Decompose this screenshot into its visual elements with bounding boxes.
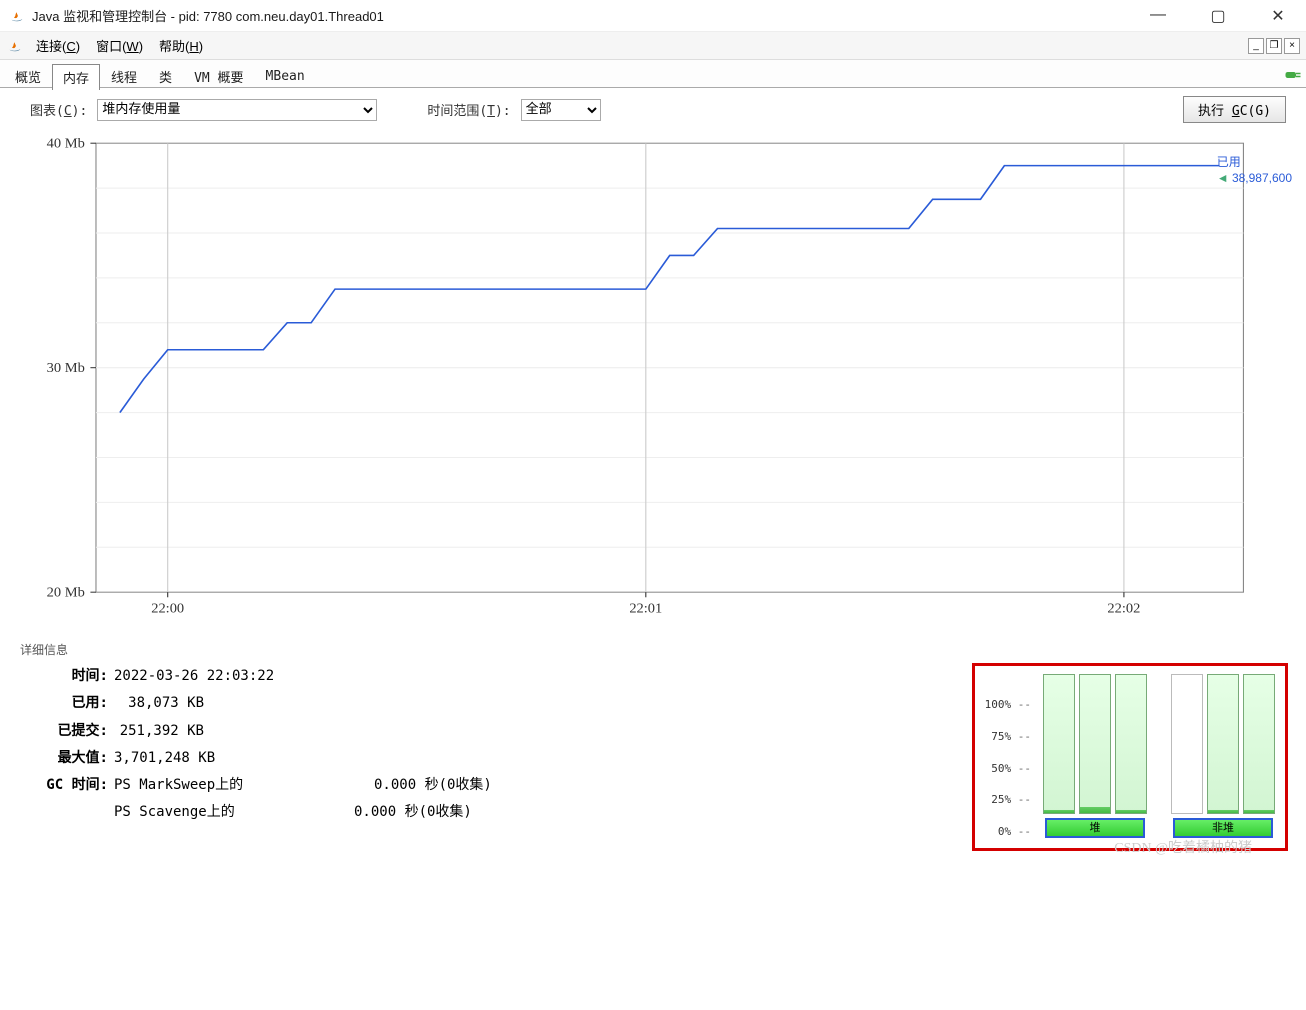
menu-window[interactable]: 窗口(W) [92, 34, 147, 57]
menu-connect[interactable]: 连接(C) [32, 34, 84, 57]
mini-axis: 100% 75% 50% 25% 0% [985, 698, 1035, 838]
svg-text:22:02: 22:02 [1107, 602, 1140, 616]
tab-classes[interactable]: 类 [148, 63, 183, 89]
svg-text:22:01: 22:01 [629, 602, 662, 616]
perform-gc-button[interactable]: 执行 GC(G) [1183, 96, 1286, 123]
window-title: Java 监视和管理控制台 - pid: 7780 com.neu.day01.… [32, 6, 1138, 25]
memory-pool-bar[interactable] [1115, 674, 1147, 814]
details-panel: 详细信息 时间:2022-03-26 22:03:22 已用:38,073 KB… [14, 643, 1292, 863]
chart-type-label: 图表(C): [30, 100, 87, 119]
nonheap-bars[interactable] [1171, 674, 1275, 814]
tab-memory[interactable]: 内存 [52, 64, 100, 90]
menubar: 连接(C) 窗口(W) 帮助(H) _ ❐ × [0, 32, 1306, 60]
heap-bars[interactable] [1043, 674, 1147, 814]
chart-type-select[interactable]: 堆内存使用量 [97, 99, 377, 121]
svg-text:30 Mb: 30 Mb [47, 361, 85, 375]
chart-controls: 图表(C): 堆内存使用量 时间范围(T): 全部 执行 GC(G) [0, 88, 1306, 129]
connection-status-icon [1284, 69, 1302, 83]
java-icon [6, 37, 24, 55]
mdi-close-icon[interactable]: × [1284, 38, 1300, 54]
minimize-button[interactable]: — [1138, 6, 1178, 26]
mdi-restore-icon[interactable]: ❐ [1266, 38, 1282, 54]
tab-overview[interactable]: 概览 [4, 63, 52, 89]
tab-vmsummary[interactable]: VM 概要 [183, 63, 254, 89]
tab-threads[interactable]: 线程 [100, 63, 148, 89]
maximize-button[interactable]: ▢ [1198, 6, 1238, 26]
nonheap-button[interactable]: 非堆 [1173, 818, 1273, 838]
memory-pool-bar[interactable] [1243, 674, 1275, 814]
svg-text:22:00: 22:00 [151, 602, 184, 616]
time-range-select[interactable]: 全部 [521, 99, 601, 121]
tab-mbean[interactable]: MBean [255, 65, 316, 87]
memory-pool-bar[interactable] [1171, 674, 1203, 814]
memory-pool-bar[interactable] [1079, 674, 1111, 814]
svg-text:40 Mb: 40 Mb [47, 137, 85, 151]
titlebar: Java 监视和管理控制台 - pid: 7780 com.neu.day01.… [0, 0, 1306, 32]
details-title: 详细信息 [16, 641, 72, 658]
heap-button[interactable]: 堆 [1045, 818, 1145, 838]
tab-bar: 概览 内存 线程 类 VM 概要 MBean [0, 60, 1306, 88]
java-icon [8, 7, 26, 25]
close-button[interactable]: ✕ [1258, 6, 1298, 26]
time-range-label: 时间范围(T): [427, 100, 510, 119]
details-table: 时间:2022-03-26 22:03:22 已用:38,073 KB 已提交:… [24, 663, 492, 851]
memory-pools-panel: 100% 75% 50% 25% 0% 堆 非堆 [972, 663, 1288, 851]
memory-pool-bar[interactable] [1043, 674, 1075, 814]
svg-text:20 Mb: 20 Mb [47, 586, 85, 600]
menu-help[interactable]: 帮助(H) [155, 34, 207, 57]
memory-chart: 20 Mb30 Mb40 Mb22:0022:0122:0222:03 已用 ◄… [18, 133, 1288, 633]
current-value-label: 已用 ◄ 38,987,600 [1217, 155, 1292, 186]
mdi-minimize-icon[interactable]: _ [1248, 38, 1264, 54]
memory-pool-bar[interactable] [1207, 674, 1239, 814]
